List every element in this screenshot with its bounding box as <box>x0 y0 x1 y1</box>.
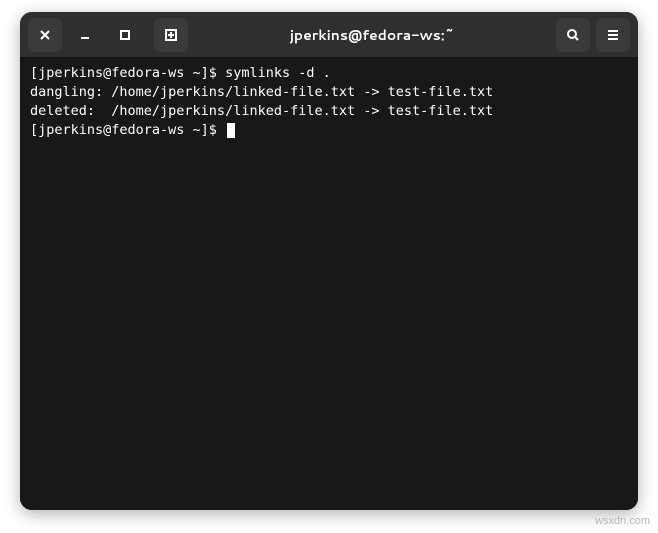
terminal-window: jperkins@fedora-ws:~ [jperkins@fedora-ws… <box>20 12 638 510</box>
new-tab-icon <box>163 27 179 43</box>
prompt: [jperkins@fedora-ws ~]$ <box>30 122 225 138</box>
terminal-line: deleted: /home/jperkins/linked-file.txt … <box>30 102 628 121</box>
watermark: wsxdn.com <box>595 515 650 527</box>
hamburger-icon <box>605 27 621 43</box>
terminal-line: [jperkins@fedora-ws ~]$ <box>30 121 628 140</box>
maximize-icon <box>117 27 133 43</box>
command: symlinks -d . <box>225 65 331 81</box>
close-button[interactable] <box>28 18 62 52</box>
window-title: jperkins@fedora-ws:~ <box>194 25 550 45</box>
minimize-button[interactable] <box>68 18 102 52</box>
terminal-line: dangling: /home/jperkins/linked-file.txt… <box>30 83 628 102</box>
new-tab-button[interactable] <box>154 18 188 52</box>
minimize-icon <box>77 27 93 43</box>
close-icon <box>37 27 53 43</box>
titlebar: jperkins@fedora-ws:~ <box>20 12 638 58</box>
prompt: [jperkins@fedora-ws ~]$ <box>30 65 225 81</box>
search-button[interactable] <box>556 18 590 52</box>
menu-button[interactable] <box>596 18 630 52</box>
maximize-button[interactable] <box>108 18 142 52</box>
search-icon <box>565 27 581 43</box>
terminal-line: [jperkins@fedora-ws ~]$ symlinks -d . <box>30 64 628 83</box>
cursor <box>227 123 235 138</box>
terminal-output[interactable]: [jperkins@fedora-ws ~]$ symlinks -d .dan… <box>20 58 638 510</box>
